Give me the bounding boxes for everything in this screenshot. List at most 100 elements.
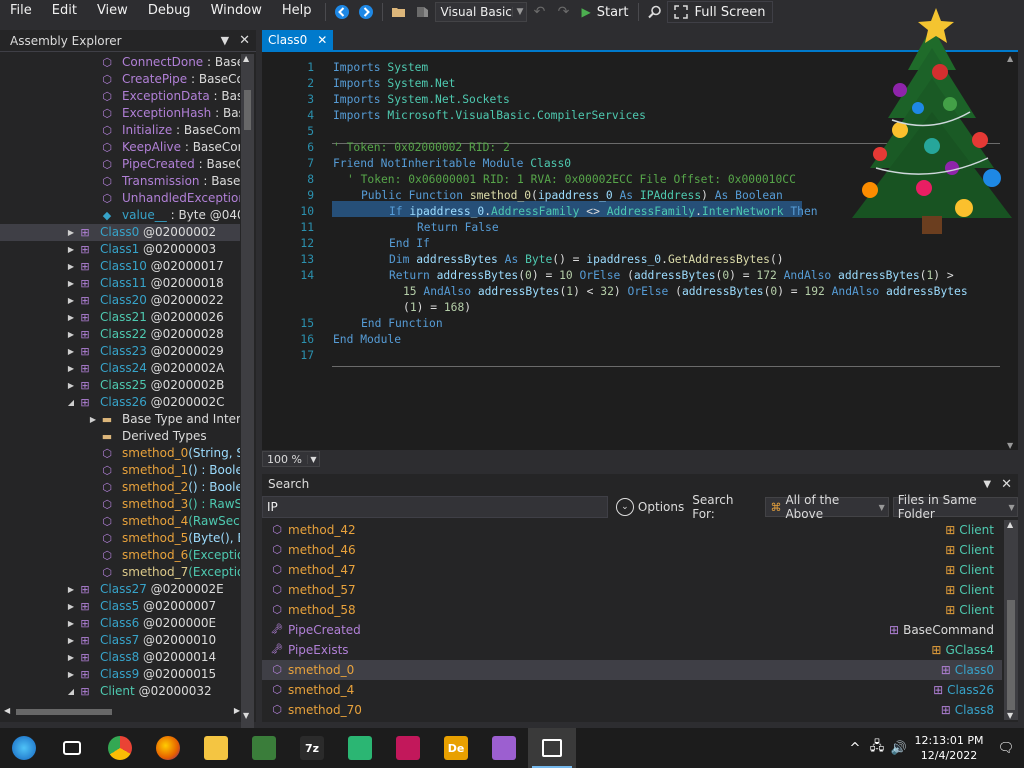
scroll-left-icon[interactable]: ◀ [4, 706, 10, 715]
taskbar-start-button[interactable] [0, 728, 48, 768]
search-input[interactable]: IP [262, 496, 608, 518]
expand-arrow-icon[interactable]: ▶ [66, 649, 76, 666]
tree-item[interactable]: ⬡ ConnectDone : BaseCo [0, 54, 240, 71]
search-result-row[interactable]: ⬡ method_58 ⊞ Client [262, 600, 1002, 620]
tree-item[interactable]: ⬡ Initialize : BaseComma [0, 122, 240, 139]
taskbar-app-red[interactable] [384, 728, 432, 768]
expand-arrow-icon[interactable]: ▶ [66, 275, 76, 292]
expand-arrow-icon[interactable]: ▶ [66, 360, 76, 377]
tree-item[interactable]: ▶ ⊞ Class0 @02000002 [0, 224, 240, 241]
menu-debug[interactable]: Debug [138, 0, 201, 24]
menu-file[interactable]: File [0, 0, 42, 24]
scroll-right-icon[interactable]: ▶ [234, 706, 240, 715]
tree-item[interactable]: ▬ Derived Types [0, 428, 240, 445]
close-icon[interactable]: ✕ [239, 33, 250, 48]
collapse-arrow-icon[interactable]: ◢ [66, 683, 76, 700]
network-icon[interactable]: 🖧 [866, 737, 888, 759]
tree-item[interactable]: ▶ ⊞ Class7 @02000010 [0, 632, 240, 649]
chevron-up-icon[interactable]: ^ [844, 741, 866, 756]
tree-item[interactable]: ▶ ⊞ Class22 @02000028 [0, 326, 240, 343]
zoom-select[interactable]: 100 % ▼ [262, 451, 320, 467]
back-icon[interactable] [332, 2, 352, 22]
menu-window[interactable]: Window [201, 0, 272, 24]
expand-arrow-icon[interactable]: ▶ [66, 241, 76, 258]
expand-arrow-icon[interactable]: ▶ [66, 292, 76, 309]
expand-arrow-icon[interactable]: ▶ [88, 411, 98, 428]
tree-item[interactable]: ▶ ⊞ Class5 @02000007 [0, 598, 240, 615]
search-result-row[interactable]: ⬡ method_57 ⊞ Client [262, 580, 1002, 600]
search-result-row[interactable]: ⬡ smethod_70 ⊞ Class8 [262, 700, 1002, 720]
taskbar-7zip[interactable]: 7z [288, 728, 336, 768]
tree-item[interactable]: ⬡ ExceptionData : BaseC [0, 88, 240, 105]
scroll-down-icon[interactable]: ▼ [1007, 441, 1013, 450]
search-result-row[interactable]: ⬡ method_42 ⊞ Client [262, 520, 1002, 540]
expand-arrow-icon[interactable]: ▶ [66, 581, 76, 598]
forward-icon[interactable] [356, 2, 376, 22]
tree-item[interactable]: ▶ ⊞ Class1 @02000003 [0, 241, 240, 258]
expand-arrow-icon[interactable]: ▶ [66, 309, 76, 326]
tree-item[interactable]: ▶ ⊞ Class21 @02000026 [0, 309, 240, 326]
tree-item[interactable]: ◢ ⊞ Client @02000032 [0, 683, 240, 700]
tree-item[interactable]: ▶ ⊞ Class27 @0200002E [0, 581, 240, 598]
tab-class0[interactable]: Class0 ✕ [262, 30, 334, 50]
tree-item[interactable]: ⬡ smethod_2() : Boolear [0, 479, 240, 496]
tree-item[interactable]: ⬡ KeepAlive : BaseComr [0, 139, 240, 156]
tree-item[interactable]: ▶ ⊞ Class8 @02000014 [0, 649, 240, 666]
clock[interactable]: 12:13:01 PM 12/4/2022 [910, 733, 988, 763]
scrollbar-thumb[interactable] [1007, 600, 1015, 710]
options-button[interactable]: ⌄ Options [615, 498, 684, 516]
search-result-row[interactable]: ⬡ method_47 ⊞ Client [262, 560, 1002, 580]
panel-menu-icon[interactable]: ▼ [221, 34, 229, 47]
scroll-down-icon[interactable]: ▼ [243, 711, 249, 720]
assembly-tree[interactable]: ⬡ ConnectDone : BaseCo ⬡ CreatePipe : BaseC… [0, 54, 240, 734]
tree-item[interactable]: ▶▬ Base Type and Interfac [0, 411, 240, 428]
scroll-up-icon[interactable]: ▲ [243, 54, 249, 63]
panel-menu-icon[interactable]: ▼ [983, 479, 991, 490]
tree-item[interactable]: ◢ ⊞ Class26 @0200002C [0, 394, 240, 411]
search-result-row[interactable]: ⬡ smethod_0 ⊞ Class0 [262, 660, 1002, 680]
volume-icon[interactable]: 🔊 [888, 741, 910, 756]
undo-icon[interactable]: ↶ [529, 2, 549, 22]
tree-item[interactable]: ⬡ smethod_5(Byte(), Byt [0, 530, 240, 547]
menu-view[interactable]: View [87, 0, 138, 24]
redo-icon[interactable]: ↷ [553, 2, 573, 22]
tree-item[interactable]: ⬡ CreatePipe : BaseCom [0, 71, 240, 88]
tree-item[interactable]: ⬡ UnhandledException : [0, 190, 240, 207]
tree-item[interactable]: ▶ ⊞ Class23 @02000029 [0, 343, 240, 360]
tree-item[interactable]: ▶ ⊞ Class9 @02000015 [0, 666, 240, 683]
expand-arrow-icon[interactable]: ▶ [66, 343, 76, 360]
scroll-down-icon[interactable]: ▼ [1007, 711, 1013, 720]
tree-item[interactable]: ▶ ⊞ Class25 @0200002B [0, 377, 240, 394]
expand-arrow-icon[interactable]: ▶ [66, 666, 76, 683]
scrollbar-thumb[interactable] [244, 90, 251, 130]
tree-item[interactable]: ⬡ smethod_7(Exception) [0, 564, 240, 581]
start-button[interactable]: ▶ Start [575, 5, 634, 20]
search-scope-select[interactable]: Files in Same Folder ▼ [892, 493, 1018, 521]
taskbar-chrome[interactable] [96, 728, 144, 768]
tree-item[interactable]: ⬡ Transmission : BaseCo [0, 173, 240, 190]
menu-help[interactable]: Help [272, 0, 322, 24]
search-result-row[interactable]: ⬡ method_46 ⊞ Client [262, 540, 1002, 560]
taskbar-file-explorer[interactable] [192, 728, 240, 768]
menu-edit[interactable]: Edit [42, 0, 87, 24]
search-icon[interactable] [645, 2, 665, 22]
language-select[interactable]: Visual Basic ▼ [435, 2, 528, 22]
tree-vertical-scrollbar[interactable]: ▲ ▼ [241, 54, 254, 734]
taskbar-app-windows[interactable] [528, 728, 576, 768]
results-vertical-scrollbar[interactable]: ▲ ▼ [1004, 520, 1018, 720]
search-for-select[interactable]: ⌘ All of the Above ▼ [765, 493, 889, 521]
close-icon[interactable]: ✕ [1001, 477, 1012, 492]
tree-item[interactable]: ▶ ⊞ Class10 @02000017 [0, 258, 240, 275]
taskbar-firefox[interactable] [144, 728, 192, 768]
reload-icon[interactable] [413, 2, 433, 22]
tree-item[interactable]: ⬡ ExceptionHash : BaseC [0, 105, 240, 122]
tree-item[interactable]: ⬡ PipeCreated : BaseCor [0, 156, 240, 173]
taskbar-app-xd[interactable] [240, 728, 288, 768]
tree-item[interactable]: ▶ ⊞ Class6 @0200000E [0, 615, 240, 632]
tree-item[interactable]: ⬡ smethod_1() : Boolear [0, 462, 240, 479]
expand-arrow-icon[interactable]: ▶ [66, 632, 76, 649]
search-result-row[interactable]: ⬡ smethod_4 ⊞ Class26 [262, 680, 1002, 700]
taskbar-app-de[interactable]: De [432, 728, 480, 768]
open-folder-icon[interactable] [389, 2, 409, 22]
close-tab-icon[interactable]: ✕ [317, 33, 327, 47]
